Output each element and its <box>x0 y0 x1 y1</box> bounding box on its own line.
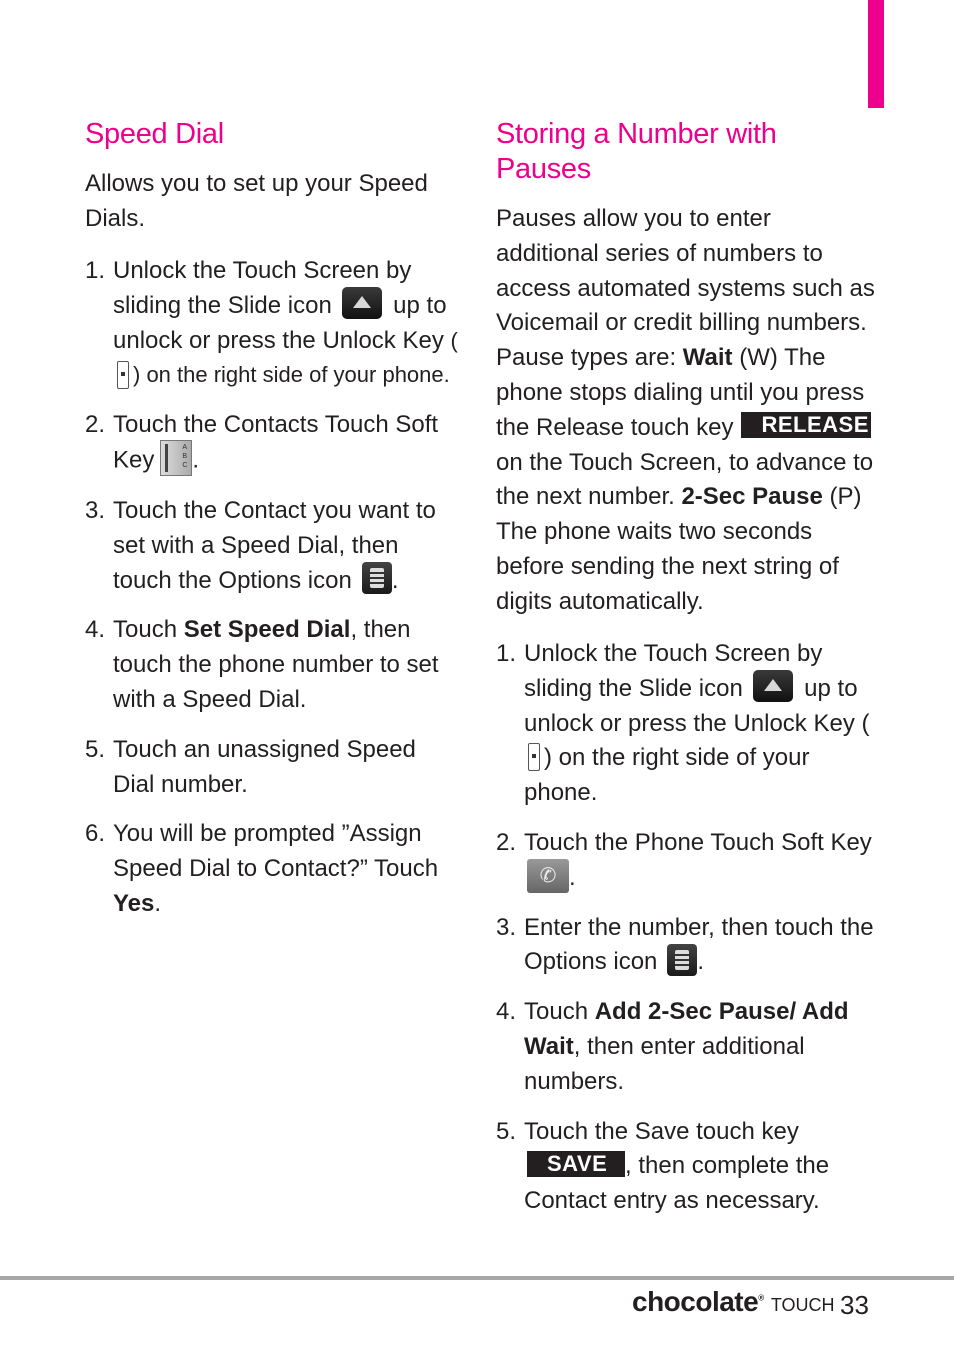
section-title-pauses: Storing a Number with Pauses <box>496 118 777 185</box>
step-number: 1. <box>496 640 517 667</box>
step-number: 3. <box>496 913 517 941</box>
step-text: ( <box>861 709 870 737</box>
phone-icon: ✆ <box>527 859 569 894</box>
step-number: 1. <box>85 257 106 284</box>
step-number: 6. <box>85 820 106 848</box>
step-text: Touch the Save touch key <box>524 1117 799 1145</box>
list-item: 3. Enter the number, then touch the Opti… <box>496 911 876 981</box>
step-number: 4. <box>85 616 106 644</box>
step-number: 4. <box>496 998 517 1026</box>
step-text: Touch <box>113 616 184 644</box>
step-text: . <box>569 863 576 891</box>
speed-dial-steps: 1. Unlock the Touch Screen by sliding th… <box>85 254 460 922</box>
step-number: 5. <box>85 735 106 763</box>
contacts-icon <box>160 439 193 476</box>
list-item: 4. Touch Add 2-Sec Pause/ Add Wait, then… <box>496 995 876 1099</box>
list-item: 1. Unlock the Touch Screen by sliding th… <box>496 637 876 811</box>
footer-rule <box>0 1276 954 1280</box>
list-item: 6. You will be prompted ”Assign Speed Di… <box>85 817 460 921</box>
step-number: 3. <box>85 496 106 524</box>
list-item: 2. Touch the Contacts Touch Soft Key. <box>85 408 460 479</box>
list-item: 4. Touch Set Speed Dial, then touch the … <box>85 613 460 717</box>
step-text: ) on the right side of your phone. <box>524 744 810 807</box>
save-key: SAVE <box>527 1151 625 1178</box>
list-item: 5. Touch an unassigned Speed Dial number… <box>85 733 460 803</box>
pauses-intro: Pauses allow you to enter additional ser… <box>496 202 876 620</box>
step-number: 2. <box>496 828 517 856</box>
step-number: 2. <box>85 411 106 439</box>
step-text: . <box>192 446 200 474</box>
step-text: Touch <box>524 998 595 1026</box>
unlock-key-icon <box>528 743 540 772</box>
slide-icon <box>753 670 794 703</box>
brand-sub: TOUCH <box>770 1295 835 1315</box>
step-text: ( <box>450 327 458 353</box>
page-number: 33 <box>840 1290 869 1320</box>
step-text: Touch the Phone Touch Soft Key <box>524 828 872 856</box>
ui-term: Set Speed Dial <box>183 616 351 644</box>
brand-name: chocolate <box>632 1286 759 1317</box>
chapter-tab-marker <box>868 0 884 108</box>
unlock-key-icon <box>117 360 129 389</box>
list-item: 3. Touch the Contact you want to set wit… <box>85 494 460 598</box>
release-key: RELEASE <box>741 412 872 439</box>
options-icon <box>361 562 392 595</box>
list-item: 5. Touch the Save touch key SAVE, then c… <box>496 1115 876 1219</box>
step-text: . <box>697 948 705 976</box>
ui-term: Yes <box>113 889 155 917</box>
step-text: ) on the right side of your phone. <box>133 362 450 388</box>
step-text: Touch an unassigned Speed Dial number. <box>113 735 416 798</box>
ui-term: 2-Sec Pause <box>681 483 823 511</box>
options-icon <box>667 944 698 977</box>
speed-dial-intro: Allows you to set up your Speed Dials. <box>85 170 428 232</box>
slide-icon <box>342 287 383 320</box>
step-text: . <box>154 889 162 917</box>
list-item: 2. Touch the Phone Touch Soft Key ✆. <box>496 826 876 896</box>
brand-logo: chocolate® TOUCH <box>632 1286 835 1317</box>
ui-term: Wait <box>682 344 733 372</box>
step-text: You will be prompted ”Assign Speed Dial … <box>113 820 439 883</box>
step-number: 5. <box>496 1117 517 1145</box>
step-text: . <box>391 566 399 594</box>
list-item: 1. Unlock the Touch Screen by sliding th… <box>85 254 460 393</box>
section-title-speed-dial: Speed Dial <box>85 118 224 150</box>
pauses-steps: 1. Unlock the Touch Screen by sliding th… <box>496 637 876 1219</box>
